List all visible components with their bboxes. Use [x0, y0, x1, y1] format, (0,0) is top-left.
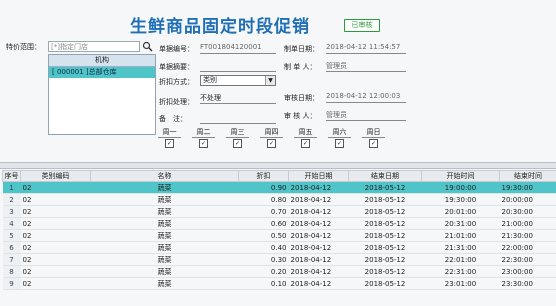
weekday-wed: 周三 ✓ [226, 128, 249, 148]
remark-label: 备 注： [159, 115, 187, 123]
checkbox-sat[interactable]: ✓ [335, 139, 344, 148]
doc-no-field: FT001804120001 [200, 43, 276, 54]
table-row[interactable]: 9 02 蔬菜 0.10 2018-04-12 2018-05-12 23:01:00 23:… [2, 277, 556, 290]
creator-field: 管理员 [326, 61, 406, 72]
weekday-sat: 周六 ✓ [328, 128, 351, 148]
list-header: 机构 [49, 55, 155, 67]
checkbox-wed[interactable]: ✓ [233, 139, 242, 148]
chevron-down-icon[interactable]: ▼ [265, 76, 275, 85]
checkbox-fri[interactable]: ✓ [301, 139, 310, 148]
weekday-sun: 周日 ✓ [362, 128, 385, 148]
discount-mode-select[interactable]: 类别 ▼ [200, 75, 276, 86]
discount-mode-label: 折扣方式： [159, 78, 194, 86]
col-header-start-time[interactable]: 开始时间 [421, 170, 500, 182]
table-row[interactable]: 3 02 蔬菜 0.70 2018-04-12 2018-05-12 20:01:00 20:… [2, 205, 556, 218]
table-row[interactable]: 8 02 蔬菜 0.20 2018-04-12 2018-05-12 22:31:00 23:… [2, 265, 556, 278]
summary-input[interactable] [200, 61, 276, 72]
creator-label: 制 单 人： [284, 63, 317, 71]
audit-date-label: 审核日期： [284, 94, 319, 102]
created-date-field: 2018-04-12 11:54:57 [326, 43, 406, 54]
col-header-discount[interactable]: 折扣 [238, 170, 289, 182]
remark-input[interactable] [200, 113, 276, 124]
checkbox-thu[interactable]: ✓ [267, 139, 276, 148]
col-header-end-time[interactable]: 结束时间 [499, 170, 556, 182]
table-row[interactable]: 4 02 蔬菜 0.60 2018-04-12 2018-05-12 20:31:00 21:… [2, 217, 556, 230]
status-badge: 已审核 [344, 19, 380, 32]
table-row[interactable]: 2 02 蔬菜 0.80 2018-04-12 2018-05-12 19:30:00 20:… [2, 193, 556, 206]
col-header-name[interactable]: 名称 [90, 170, 239, 182]
col-header-end-date[interactable]: 结束日期 [348, 170, 422, 182]
col-header-start-date[interactable]: 开始日期 [288, 170, 349, 182]
weekday-group: 周一 ✓ 周二 ✓ 周三 ✓ 周四 ✓ 周五 ✓ 周六 ✓ 周日 ✓ [158, 128, 398, 148]
checkbox-tue[interactable]: ✓ [199, 139, 208, 148]
splitter[interactable] [0, 162, 556, 169]
search-icon[interactable] [141, 41, 154, 52]
table-row[interactable]: 6 02 蔬菜 0.40 2018-04-12 2018-05-12 21:31:00 22:… [2, 241, 556, 254]
page-title: 生鲜商品固定时段促销 [130, 17, 310, 37]
detail-grid: 序号 类别编码 名称 折扣 开始日期 结束日期 开始时间 结束时间 1 02 蔬菜 0… [2, 170, 556, 290]
col-header-category-code[interactable]: 类别编码 [20, 170, 91, 182]
scope-label: 特价范围： [6, 43, 41, 51]
weekday-thu: 周四 ✓ [260, 128, 283, 148]
list-item[interactable]: [ 000001 ]总部仓库 [49, 67, 155, 78]
table-row[interactable]: 5 02 蔬菜 0.50 2018-04-12 2018-05-12 21:01:00 21:… [2, 229, 556, 242]
checkbox-mon[interactable]: ✓ [165, 139, 174, 148]
grid-header-row: 序号 类别编码 名称 折扣 开始日期 结束日期 开始时间 结束时间 [2, 170, 556, 182]
scope-input[interactable]: [*]指定门店 [48, 41, 140, 52]
auditor-field: 管理员 [326, 110, 406, 121]
audit-date-field: 2018-04-12 12:00:03 [326, 92, 406, 103]
table-row[interactable]: 7 02 蔬菜 0.30 2018-04-12 2018-05-12 22:01:00 22:… [2, 253, 556, 266]
summary-label: 单据摘要： [159, 63, 194, 71]
weekday-tue: 周二 ✓ [192, 128, 215, 148]
weekday-mon: 周一 ✓ [158, 128, 181, 148]
col-header-index[interactable]: 序号 [2, 170, 21, 182]
doc-no-label: 单据编号： [159, 45, 194, 53]
created-date-label: 制单日期： [284, 45, 319, 53]
weekday-fri: 周五 ✓ [294, 128, 317, 148]
discount-handling-label: 折扣处理： [159, 98, 194, 106]
org-list[interactable]: 机构 [ 000001 ]总部仓库 [48, 54, 156, 135]
discount-handling-field: 不处理 [200, 93, 276, 104]
auditor-label: 审 核 人： [284, 112, 317, 120]
checkbox-sun[interactable]: ✓ [369, 139, 378, 148]
table-row[interactable]: 1 02 蔬菜 0.90 2018-04-12 2018-05-12 19:00:00 19:… [2, 181, 556, 194]
